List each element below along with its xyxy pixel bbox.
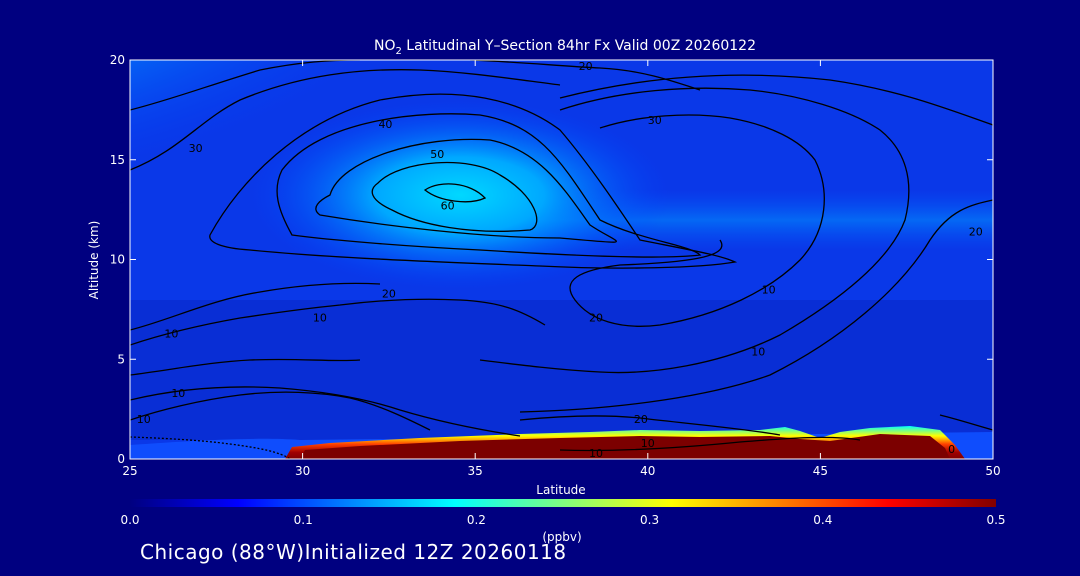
- contour-label: 10: [171, 387, 185, 400]
- field-lower-shading: [130, 300, 993, 440]
- colorbar-tick-label: 0.0: [120, 513, 139, 527]
- contour-label: 30: [189, 142, 203, 155]
- contour-label: 20: [382, 287, 396, 300]
- colorbar-tick-label: 0.4: [813, 513, 832, 527]
- contour-label: 40: [378, 118, 392, 131]
- contour-label: 10: [762, 283, 776, 296]
- chart-title: NO2 Latitudinal Y–Section 84hr Fx Valid …: [374, 38, 756, 57]
- y-tick-label: 5: [117, 352, 125, 366]
- plot-area: 60 50 40 30 20 30 20 10 10 10 10 20 10 10 20 10 10 0 20: [130, 60, 993, 460]
- x-axis-label: Latitude: [536, 483, 585, 497]
- contour-label: 20: [579, 60, 593, 73]
- x-tick-label: 30: [295, 464, 310, 478]
- colorbar-tick-label: 0.1: [294, 513, 313, 527]
- chart: NO2 Latitudinal Y–Section 84hr Fx Valid …: [87, 38, 1006, 544]
- contour-label: 0: [948, 443, 955, 456]
- contour-label: 10: [137, 413, 151, 426]
- x-tick-label: 35: [468, 464, 483, 478]
- y-tick-label: 0: [117, 452, 125, 466]
- footer-caption: Chicago (88°W)Initialized 12Z 20260118: [140, 540, 567, 564]
- colorbar-ramp: [130, 499, 996, 507]
- contour-label: 50: [430, 148, 444, 161]
- colorbar: 0.0 0.1 0.2 0.3 0.4 0.5 (ppbv): [120, 499, 1006, 544]
- x-tick-label: 25: [122, 464, 137, 478]
- contour-label: 20: [969, 226, 983, 239]
- contour-label: 20: [634, 413, 648, 426]
- contour-label: 10: [164, 327, 178, 340]
- colorbar-tick-label: 0.2: [467, 513, 486, 527]
- colorbar-ticks: 0.0 0.1 0.2 0.3 0.4 0.5: [120, 513, 1005, 527]
- colorbar-tick-label: 0.3: [640, 513, 659, 527]
- x-tick-label: 40: [640, 464, 655, 478]
- colorbar-tick-label: 0.5: [986, 513, 1005, 527]
- contour-label: 20: [589, 311, 603, 324]
- contour-label: 10: [589, 447, 603, 460]
- contour-label: 30: [648, 114, 662, 127]
- contour-label: 60: [441, 200, 455, 213]
- y-axis-label: Altitude (km): [87, 221, 101, 300]
- x-tick-label: 45: [813, 464, 828, 478]
- contour-label: 10: [313, 311, 327, 324]
- y-tick-label: 20: [110, 53, 125, 67]
- contour-label: 10: [751, 345, 765, 358]
- y-tick-label: 15: [110, 153, 125, 167]
- contour-label: 10: [641, 437, 655, 450]
- x-tick-label: 50: [985, 464, 1000, 478]
- y-tick-label: 10: [110, 253, 125, 267]
